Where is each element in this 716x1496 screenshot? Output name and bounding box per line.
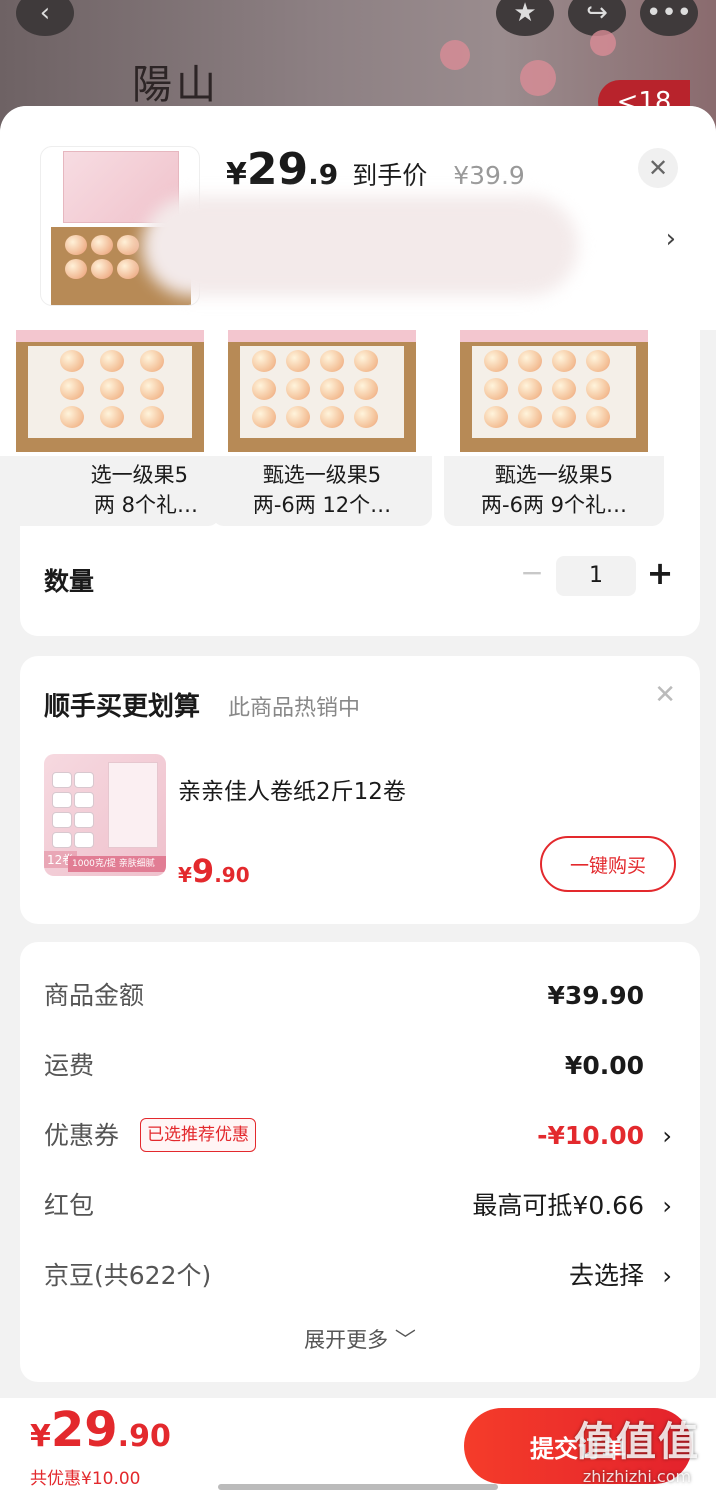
summary-row-coupon[interactable]: 优惠券 已选推荐优惠 -¥10.00 › [44,1116,672,1156]
total-price: ¥ 29 .90 [30,1402,171,1458]
quantity-increase-button[interactable]: + [642,554,678,594]
peach [65,235,87,255]
peach [91,235,113,255]
upsell-title: 顺手买更划算 [44,692,201,722]
order-summary: 商品金额 ¥39.90 运费 ¥0.00 优惠券 已选推荐优惠 -¥10.00 … [20,942,700,1382]
bottom-bar: ¥ 29 .90 共优惠¥10.00 提交订单 值值值 zhizhizhi.co… [0,1398,716,1496]
final-price-tag: 到手价 [352,161,428,190]
chevron-right-icon: › [662,1192,672,1220]
option-image [212,330,432,456]
spec-option[interactable]: 甄选一级果5 两-6两 12个… [212,330,432,526]
quantity-label: 数量 [44,567,95,596]
home-indicator [218,1484,498,1490]
upsell-subtitle: 此商品热销中 [228,696,361,721]
price-row: ¥ 29 .9 到手价 ¥39.9 [226,144,525,204]
spec-option[interactable]: 选一级果5 两 8个礼… [0,330,220,526]
upsell-product-name[interactable]: 亲亲佳人卷纸2斤12卷 [178,772,406,806]
flower-decoration [590,30,616,56]
image-band: 1000克/提 亲肤细腻 [68,856,166,872]
option-label: 甄选一级果5 两-6两 9个礼… [481,463,627,517]
option-image [0,330,220,456]
option-image [444,330,664,456]
upsell-price: ¥ 9 .90 [178,852,250,890]
summary-row-jd-beans[interactable]: 京豆(共622个) 去选择 › [44,1256,672,1296]
peach [117,235,139,255]
quantity-decrease-button[interactable]: − [514,556,550,596]
site-watermark: 值值值 zhizhizhi.com [574,1419,700,1486]
redacted-area [142,196,578,296]
purchase-sheet: ¥ 29 .9 到手价 ¥39.9 ✕ › 选一级果5 两 8个礼… 甄选一级果… [0,106,716,1496]
option-label: 甄选一级果5 两-6两 12个… [252,463,392,517]
option-label: 选一级果5 两 8个礼… [90,463,198,517]
flower-decoration [440,40,470,70]
peach [91,259,113,279]
back-icon: ‹ [16,0,74,36]
upsell-card: 顺手买更划算 此商品热销中 ✕ 12卷 1000克/提 亲肤细腻 亲亲佳人卷纸2… [20,656,700,924]
background-title-art: 陽山 [132,62,220,108]
favorite-icon: ★ [496,0,554,36]
flower-decoration [520,60,556,96]
close-icon: ✕ [647,154,669,182]
chevron-right-icon[interactable]: › [666,224,676,254]
peach [117,259,139,279]
price-symbol: ¥ [226,157,247,192]
upsell-product-image[interactable]: 12卷 1000克/提 亲肤细腻 [44,754,166,876]
peach [65,259,87,279]
chevron-right-icon: › [662,1122,672,1150]
spec-card: 选一级果5 两 8个礼… 甄选一级果5 两-6两 12个… 甄选一级果5 两-6… [0,330,700,636]
more-icon: ••• [640,0,698,36]
close-button[interactable]: ✕ [638,148,678,188]
original-price: ¥39.9 [453,161,525,190]
upsell-close-icon[interactable]: ✕ [654,680,676,710]
sheet-header: ¥ 29 .9 到手价 ¥39.9 ✕ › [0,106,716,330]
chevron-right-icon: › [662,1262,672,1290]
summary-row-goods-amount: 商品金额 ¥39.90 [44,981,644,1010]
quantity-input[interactable]: 1 [556,556,636,596]
price-integer: 29 [246,144,309,195]
one-click-buy-button[interactable]: 一键购买 [540,836,676,892]
tissue-pack [108,762,158,848]
summary-row-red-packet[interactable]: 红包 最高可抵¥0.66 › [44,1186,672,1226]
total-discount: 共优惠¥10.00 [30,1469,141,1489]
price-decimal: .9 [308,158,339,191]
spec-option[interactable]: 甄选一级果5 两-6两 9个礼… [444,330,664,526]
summary-row-shipping: 运费 ¥0.00 [44,1051,644,1080]
expand-more-link[interactable]: 展开更多 ﹀ [20,1324,700,1354]
coupon-badge: 已选推荐优惠 [140,1118,256,1152]
